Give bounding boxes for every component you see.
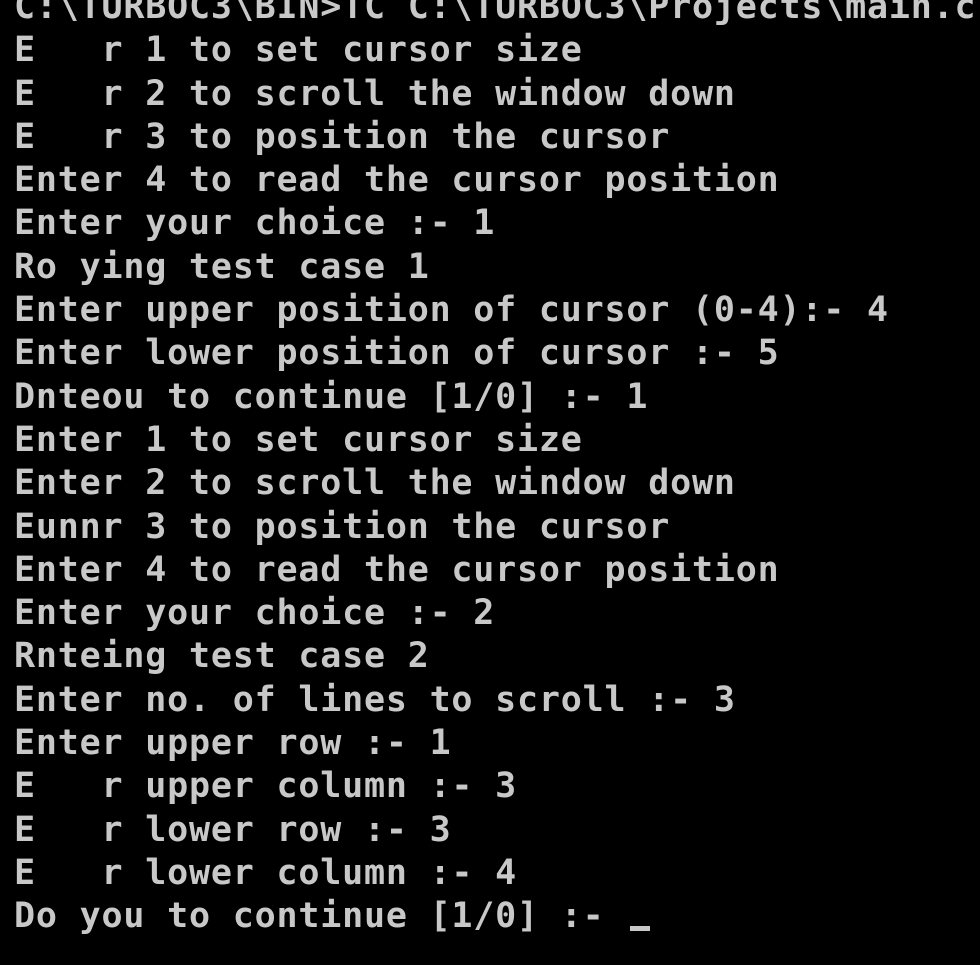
console-line: Eunnr 3 to position the cursor [14,506,671,547]
console-prompt-text: Do you to continue [1/0] :- [14,896,627,937]
console-line: Enter your choice :- 2 [14,593,496,634]
console-line: Ro ying test case 1 [14,246,430,287]
console-prompt-line[interactable]: Do you to continue [1/0] :- [14,895,980,938]
console-line: Enter 1 to set cursor size [14,419,583,460]
console-line: Enter no. of lines to scroll :- 3 [14,679,736,720]
console-line: E r lower column :- 4 [14,852,518,893]
console-line: Enter upper position of cursor (0-4):- 4 [14,290,889,331]
console-line: E r 3 to position the cursor [14,116,671,157]
console-line: Enter upper row :- 1 [14,723,452,764]
console-line: E r lower row :- 3 [14,809,452,850]
console-line: Enter 4 to read the cursor position [14,160,780,201]
text-cursor [630,926,651,932]
console-line: Enter lower position of cursor :- 5 [14,333,780,374]
console-header-line: C:\TURBOC3\BIN>TC C:\TURBOC3\Projects\ma… [14,0,977,27]
console-line: Enter your choice :- 1 [14,203,496,244]
console-line: Dnteou to continue [1/0] :- 1 [14,376,649,417]
console-line: E r 2 to scroll the window down [14,73,736,114]
console-line: Enter 2 to scroll the window down [14,463,736,504]
dos-console[interactable]: C:\TURBOC3\BIN>TC C:\TURBOC3\Projects\ma… [0,0,980,951]
console-line: Rnteing test case 2 [14,636,430,677]
console-line: E r 1 to set cursor size [14,30,583,71]
console-line: Enter 4 to read the cursor position [14,549,780,590]
console-line: E r upper column :- 3 [14,766,518,807]
